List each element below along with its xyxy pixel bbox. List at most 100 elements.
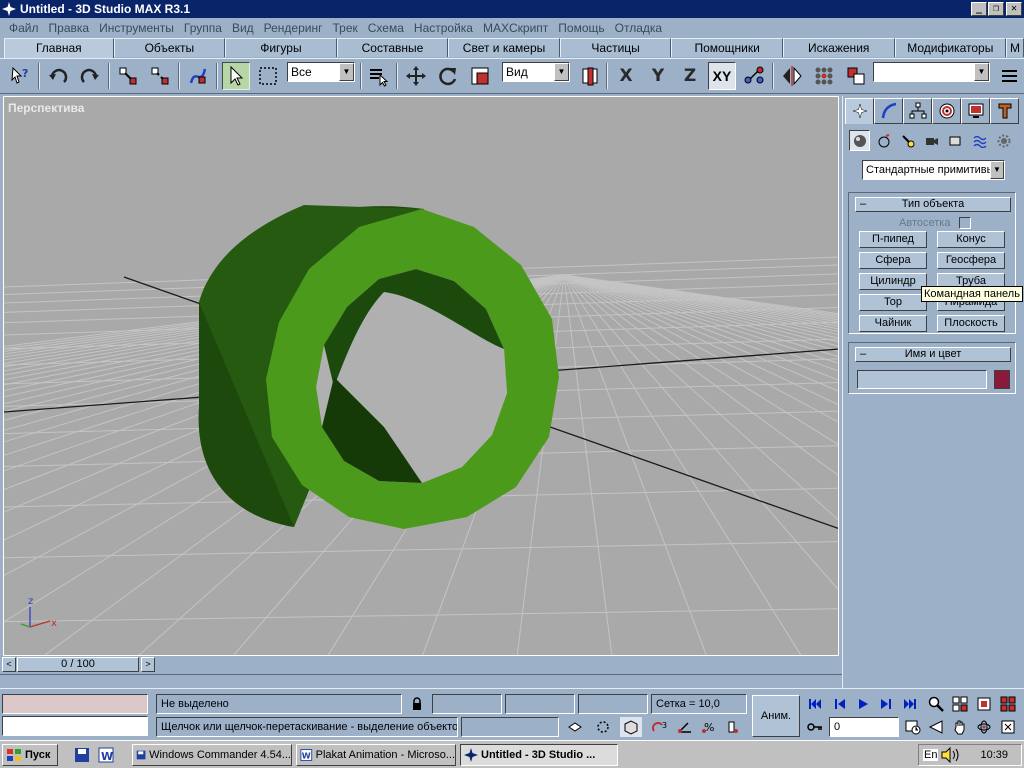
window-crossing-icon[interactable] xyxy=(620,717,642,737)
unlink-selection-icon[interactable] xyxy=(146,62,174,90)
lock-selection-icon[interactable] xyxy=(406,694,428,714)
tab-main[interactable]: Главная xyxy=(4,38,114,58)
select-link-icon[interactable] xyxy=(114,62,142,90)
coord-y-field[interactable] xyxy=(505,694,575,714)
minimize-button[interactable]: _ xyxy=(971,2,987,16)
named-selection-sets-icon[interactable] xyxy=(996,62,1024,90)
menu-file[interactable]: Файл xyxy=(4,21,44,35)
reference-coordinate-dropdown[interactable]: Вид ▼ xyxy=(502,62,570,82)
tab-objects[interactable]: Объекты xyxy=(113,38,226,57)
restrict-xy-button[interactable]: XY xyxy=(708,62,736,90)
zoom-extents-all-icon[interactable] xyxy=(998,694,1018,714)
prev-frame-icon[interactable] xyxy=(830,694,850,714)
name-color-rollout-header[interactable]: – Имя и цвет xyxy=(855,347,1011,362)
time-tag-field[interactable] xyxy=(461,717,559,737)
quicklaunch-word-icon[interactable]: W xyxy=(96,745,116,765)
angle-snap-icon[interactable] xyxy=(674,717,696,737)
coord-x-field[interactable] xyxy=(432,694,502,714)
object-name-field[interactable] xyxy=(857,370,987,389)
key-mode-icon[interactable] xyxy=(805,717,825,737)
lights-icon[interactable] xyxy=(897,130,918,151)
restore-button[interactable]: ❐ xyxy=(988,2,1004,16)
teapot-button[interactable]: Чайник xyxy=(859,315,927,332)
snap-3d-icon[interactable]: 3 xyxy=(650,717,672,737)
geosphere-button[interactable]: Геосфера xyxy=(937,252,1005,269)
maxscript-listener-bottom[interactable] xyxy=(2,716,148,736)
object-type-rollout-header[interactable]: – Тип объекта xyxy=(855,197,1011,212)
shapes-icon[interactable] xyxy=(873,130,894,151)
menu-help[interactable]: Помощь xyxy=(553,21,609,35)
select-by-name-icon[interactable] xyxy=(364,62,392,90)
menu-customize[interactable]: Настройка xyxy=(409,21,478,35)
help-mode-icon[interactable]: ? xyxy=(6,62,34,90)
sphere-button[interactable]: Сфера xyxy=(859,252,927,269)
next-frame-icon[interactable] xyxy=(876,694,896,714)
systems-icon[interactable] xyxy=(993,130,1014,151)
start-button[interactable]: Пуск xyxy=(2,744,58,766)
maximize-viewport-icon[interactable] xyxy=(998,717,1018,737)
current-frame-field[interactable]: 0 xyxy=(829,717,899,737)
rotate-icon[interactable] xyxy=(434,62,462,90)
restrict-y-button[interactable]: Y xyxy=(644,62,672,90)
animate-button[interactable]: Аним. xyxy=(752,695,800,737)
task-plakat-animation[interactable]: W Plakat Animation - Microso... xyxy=(296,744,456,766)
object-category-dropdown[interactable]: Стандартные примитивы ▼ xyxy=(862,160,1005,180)
tab-helpers[interactable]: Помощники xyxy=(671,38,783,57)
modify-tab-icon[interactable] xyxy=(874,98,903,124)
tab-more[interactable]: М xyxy=(1006,38,1024,57)
speaker-icon[interactable] xyxy=(940,747,962,763)
menu-view[interactable]: Вид xyxy=(227,21,259,35)
menu-debug[interactable]: Отладка xyxy=(610,21,667,35)
goto-start-icon[interactable] xyxy=(805,694,825,714)
hierarchy-tab-icon[interactable] xyxy=(903,98,932,124)
maxscript-listener-top[interactable] xyxy=(2,694,148,714)
inverse-kinematics-icon[interactable] xyxy=(740,62,768,90)
select-object-icon[interactable] xyxy=(222,62,250,90)
percent-snap-icon[interactable]: % xyxy=(698,717,720,737)
redo-icon[interactable] xyxy=(76,62,104,90)
field-of-view-icon[interactable] xyxy=(926,717,946,737)
tab-shapes[interactable]: Фигуры xyxy=(225,38,337,57)
degradation-override-icon[interactable] xyxy=(564,717,586,737)
zoom-all-icon[interactable] xyxy=(950,694,970,714)
perspective-viewport[interactable]: z x Перспектива xyxy=(3,96,839,656)
tab-compounds[interactable]: Составные объекты xyxy=(336,38,449,73)
language-indicator[interactable]: En xyxy=(923,749,939,761)
create-tab-icon[interactable] xyxy=(845,98,874,124)
menu-maxscript[interactable]: MAXСкрипт xyxy=(478,21,553,35)
close-button[interactable]: ✕ xyxy=(1006,2,1022,16)
menu-group[interactable]: Группа xyxy=(179,21,227,35)
menu-track[interactable]: Трек xyxy=(328,21,363,35)
goto-end-icon[interactable] xyxy=(900,694,920,714)
restrict-z-button[interactable]: Z xyxy=(676,62,704,90)
menu-schematic[interactable]: Схема xyxy=(363,21,409,35)
zoom-extents-icon[interactable] xyxy=(974,694,994,714)
plane-button[interactable]: Плоскость xyxy=(937,315,1005,332)
motion-tab-icon[interactable] xyxy=(932,98,961,124)
zoom-icon[interactable] xyxy=(926,694,946,714)
arc-rotate-icon[interactable] xyxy=(974,717,994,737)
selection-region-icon[interactable] xyxy=(254,62,282,90)
torus-button[interactable]: Тор xyxy=(859,294,927,311)
restrict-x-button[interactable]: X xyxy=(612,62,640,90)
align-icon[interactable] xyxy=(842,62,870,90)
space-warps-icon[interactable] xyxy=(969,130,990,151)
tab-modifiers[interactable]: Модификаторы xyxy=(894,38,1007,57)
cone-button[interactable]: Конус xyxy=(937,231,1005,248)
time-next-button[interactable]: > xyxy=(141,657,155,672)
spinner-snap-icon[interactable] xyxy=(722,717,744,737)
task-windows-commander[interactable]: Windows Commander 4.54... xyxy=(132,744,292,766)
quicklaunch-save-icon[interactable] xyxy=(72,745,92,765)
interactive-update-icon[interactable] xyxy=(592,717,614,737)
pivot-center-icon[interactable] xyxy=(576,62,604,90)
mirror-icon[interactable] xyxy=(778,62,806,90)
task-3dsmax[interactable]: Untitled - 3D Studio ... xyxy=(460,744,618,766)
menu-tools[interactable]: Инструменты xyxy=(94,21,179,35)
time-config-icon[interactable] xyxy=(903,717,923,737)
time-slider[interactable]: 0 / 100 xyxy=(17,657,139,672)
pan-icon[interactable] xyxy=(950,717,970,737)
geometry-icon[interactable] xyxy=(849,130,870,151)
tab-particles[interactable]: Частицы xyxy=(559,38,672,57)
display-tab-icon[interactable] xyxy=(961,98,990,124)
menu-edit[interactable]: Правка xyxy=(44,21,95,35)
